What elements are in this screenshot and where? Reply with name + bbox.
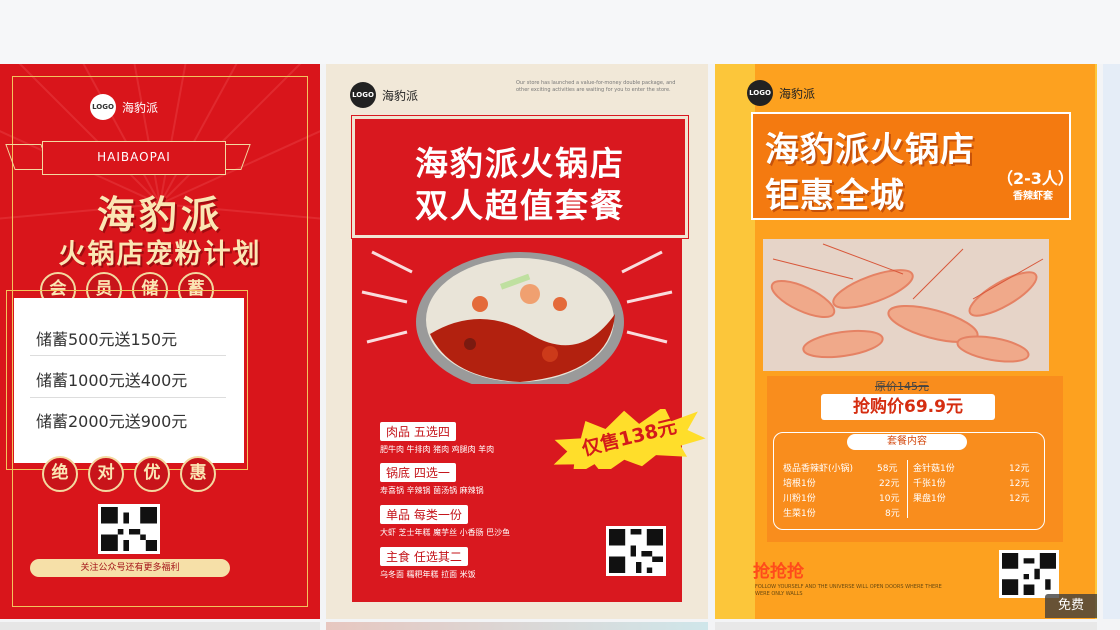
logo-icon: LOGO — [350, 82, 376, 108]
offer-3: 储蓄2000元送900元 — [36, 412, 188, 431]
template-card-hotpot-combo[interactable]: LOGO 海豹派 Our store has launched a value-… — [326, 64, 708, 619]
title-box: 海豹派火锅店 钜惠全城 （2-3人） 香辣虾套 — [751, 112, 1074, 220]
qr-code-icon — [999, 550, 1059, 598]
menu-left-2-price: 22元 — [879, 479, 900, 489]
headline-2: 双人超值套餐 — [415, 186, 625, 225]
category-staple: 主食 任选其二 乌冬面 糯粑年糕 拉面 米饭 — [380, 546, 476, 580]
offer-divider — [30, 355, 226, 356]
badge-bottom-1: 绝 — [42, 456, 78, 492]
logo-icon: LOGO — [90, 94, 116, 120]
menu-left-4-name: 生菜1份 — [783, 509, 816, 519]
title-line-2: 钜惠全城 — [765, 176, 905, 216]
brand-name: 海豹派 — [779, 86, 816, 101]
torn-paper — [352, 354, 682, 414]
category-items: 寿喜锅 辛辣锅 菌汤锅 麻辣锅 — [380, 486, 484, 495]
menu-left-3-name: 川粉1份 — [783, 494, 816, 504]
price-burst: 仅售138元 — [546, 409, 706, 469]
menu-left-1-price: 58元 — [877, 464, 898, 474]
template-card-member-plan[interactable]: LOGO 海豹派 HAIBAOPAI 海豹派 火锅店宠粉计划 会 员 储 蓄 储… — [0, 64, 320, 619]
intro-text: Our store has launched a value-for-money… — [516, 80, 676, 93]
qr-code-icon — [606, 526, 666, 576]
badge-bottom-3: 优 — [134, 456, 170, 492]
badge-bottom-2: 对 — [88, 456, 124, 492]
category-items: 肥牛肉 牛排肉 猪肉 鸡腿肉 羊肉 — [380, 445, 495, 454]
next-row-card[interactable] — [0, 622, 320, 630]
qr-code-icon — [98, 504, 160, 554]
category-title: 锅底 四选一 — [380, 463, 456, 482]
menu-right-2-price: 12元 — [1009, 479, 1030, 489]
menu-right-3-name: 果盘1份 — [913, 494, 946, 504]
next-row-card[interactable] — [715, 622, 1097, 630]
menu-left-4-price: 8元 — [885, 509, 900, 519]
brand-row: LOGO 海豹派 — [90, 94, 158, 120]
offer-divider — [30, 397, 226, 398]
footer-text: FOLLOW YOURSELF AND THE UNIVERSE WILL OP… — [755, 584, 942, 597]
headline-box: 海豹派火锅店 双人超值套餐 — [351, 115, 689, 239]
original-price: 原价145元 — [875, 380, 929, 393]
serving-size-dish: 香辣虾套 — [1013, 191, 1053, 202]
brand-name: 海豹派 — [382, 88, 419, 103]
poster-subtitle: 火锅店宠粉计划 — [58, 239, 262, 270]
brand-banner: HAIBAOPAI — [42, 141, 226, 175]
brand-row: LOGO 海豹派 — [747, 80, 815, 106]
category-broth: 锅底 四选一 寿喜锅 辛辣锅 菌汤锅 麻辣锅 — [380, 462, 484, 496]
top-bar — [0, 0, 1120, 64]
menu-left-1-name: 极品香辣虾(小锅) — [783, 464, 854, 474]
category-single: 单品 每类一份 大虾 芝士年糕 魔芋丝 小香肠 巴沙鱼 — [380, 504, 510, 538]
menu-right-3-price: 12元 — [1009, 494, 1030, 504]
category-items: 大虾 芝士年糕 魔芋丝 小香肠 巴沙鱼 — [380, 528, 511, 537]
follow-banner: 关注公众号还有更多福利 — [30, 559, 230, 577]
deal-price: 抢购价69.9元 — [821, 394, 995, 420]
menu-right-1-price: 12元 — [1009, 464, 1030, 474]
next-row-card[interactable] — [326, 622, 708, 630]
free-badge: 免费 — [1045, 594, 1097, 618]
grab-text: 抢抢抢 — [753, 562, 804, 582]
category-meat: 肉品 五选四 肥牛肉 牛排肉 猪肉 鸡腿肉 羊肉 — [380, 421, 494, 455]
menu-left-2-name: 培根1份 — [783, 479, 816, 489]
menu-divider — [907, 460, 908, 518]
offer-2: 储蓄1000元送400元 — [36, 371, 188, 390]
badge-bottom-4: 惠 — [180, 456, 216, 492]
shrimp-photo — [763, 239, 1049, 371]
menu-title: 套餐内容 — [847, 434, 967, 450]
category-items: 乌冬面 糯粑年糕 拉面 米饭 — [380, 570, 476, 579]
menu-left-3-price: 10元 — [879, 494, 900, 504]
logo-icon: LOGO — [747, 80, 773, 106]
brand-name: 海豹派 — [122, 100, 159, 115]
category-title: 单品 每类一份 — [380, 505, 468, 524]
serving-size: （2-3人） 香辣虾套 — [997, 170, 1074, 206]
menu-right-1-name: 金针菇1份 — [913, 464, 955, 474]
category-title: 主食 任选其二 — [380, 547, 468, 566]
menu-right-2-name: 千张1份 — [913, 479, 946, 489]
title-line-1: 海豹派火锅店 — [765, 130, 975, 170]
category-title: 肉品 五选四 — [380, 422, 456, 441]
template-card-shrimp-deal[interactable]: LOGO 海豹派 海豹派火锅店 钜惠全城 （2-3人） 香辣虾套 原价145元 … — [715, 64, 1097, 619]
shrimp-image — [763, 239, 1049, 371]
offer-1: 储蓄500元送150元 — [36, 330, 178, 349]
headline-1: 海豹派火锅店 — [415, 144, 625, 183]
brand-row: LOGO 海豹派 — [350, 82, 418, 108]
template-card-partial[interactable] — [1103, 64, 1120, 619]
poster-title: 海豹派 — [96, 192, 223, 237]
serving-size-main: （2-3人） — [997, 169, 1074, 188]
